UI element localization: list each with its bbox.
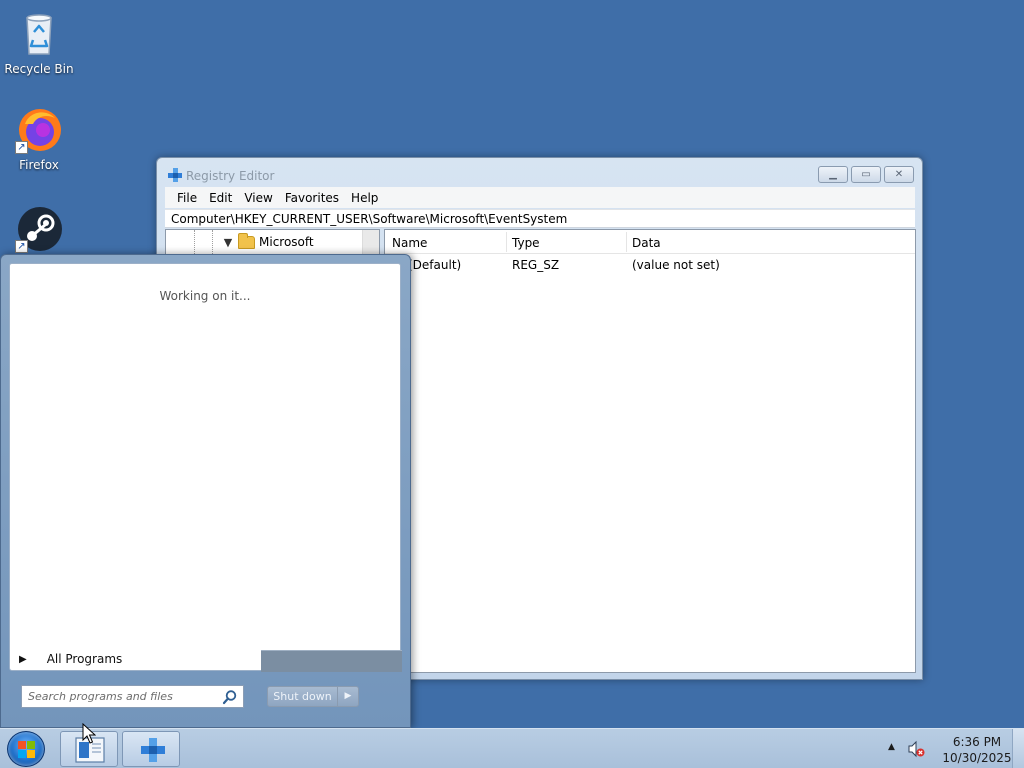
value-name: (Default) — [408, 258, 462, 272]
firefox-label: Firefox — [19, 158, 59, 172]
column-separator[interactable] — [506, 232, 507, 252]
tree-node-label: Microsoft — [259, 235, 314, 249]
start-button[interactable] — [7, 731, 45, 767]
recycle-bin-icon — [15, 10, 63, 58]
column-type[interactable]: Type — [512, 236, 540, 250]
column-name[interactable]: Name — [392, 236, 427, 250]
shortcut-arrow-icon: ↗ — [15, 240, 28, 253]
menu-bar: File Edit View Favorites Help — [165, 187, 915, 208]
clock-time: 6:36 PM — [952, 735, 1002, 749]
value-data: (value not set) — [632, 258, 720, 272]
registry-editor-icon — [141, 738, 165, 762]
recycle-bin-label: Recycle Bin — [4, 62, 74, 76]
start-search-box[interactable] — [21, 685, 244, 708]
address-bar[interactable]: Computer\HKEY_CURRENT_USER\Software\Micr… — [165, 209, 915, 228]
start-menu: Working on it... ▶ All Programs Shut dow… — [0, 254, 411, 728]
window-title: Registry Editor — [186, 169, 275, 183]
minimize-button[interactable]: ▁ — [818, 166, 848, 183]
desktop-icon-recycle-bin[interactable]: Recycle Bin — [1, 10, 77, 76]
maximize-button[interactable]: ▭ — [851, 166, 881, 183]
taskbar: ▲ 6:36 PM 10/30/2025 — [0, 728, 1024, 768]
close-button[interactable]: ✕ — [884, 166, 914, 183]
mouse-cursor-icon — [82, 723, 96, 744]
volume-muted-icon[interactable] — [907, 740, 925, 758]
triangle-right-icon: ▶ — [19, 653, 27, 665]
folder-icon — [238, 232, 255, 249]
all-programs-button[interactable]: ▶ All Programs — [10, 647, 260, 671]
start-menu-programs-pane: Working on it... ▶ All Programs — [9, 263, 402, 672]
shutdown-button[interactable]: Shut down — [267, 686, 338, 707]
notification-area: ▲ 6:36 PM 10/30/2025 — [884, 729, 1024, 768]
menu-favorites[interactable]: Favorites — [279, 191, 345, 205]
value-row[interactable]: ab (Default) REG_SZ (value not set) — [385, 258, 915, 276]
search-icon[interactable] — [222, 689, 238, 705]
clock-date: 10/30/2025 — [942, 751, 1012, 765]
column-header: Name Type Data — [385, 230, 915, 254]
start-menu-right-strip — [261, 650, 402, 672]
shortcut-arrow-icon: ↗ — [15, 141, 28, 154]
windows-logo-icon — [18, 741, 35, 758]
menu-view[interactable]: View — [238, 191, 278, 205]
menu-file[interactable]: File — [171, 191, 203, 205]
desktop-icon-steam[interactable]: ↗ — [1, 205, 77, 257]
all-programs-label: All Programs — [46, 652, 123, 666]
shutdown-options-button[interactable]: ▶ — [338, 686, 359, 707]
chevron-down-icon[interactable]: ▼ — [222, 236, 234, 249]
values-list[interactable]: Name Type Data ab (Default) REG_SZ (valu… — [384, 229, 916, 673]
column-data[interactable]: Data — [632, 236, 661, 250]
value-type: REG_SZ — [512, 258, 560, 272]
tree-node-microsoft[interactable]: ▼ Microsoft — [222, 232, 314, 251]
search-input[interactable] — [28, 688, 218, 705]
steam-icon: ↗ — [15, 205, 63, 253]
menu-edit[interactable]: Edit — [203, 191, 238, 205]
column-separator[interactable] — [626, 232, 627, 252]
title-bar[interactable]: Registry Editor ▁ ▭ ✕ — [157, 158, 922, 185]
menu-help[interactable]: Help — [345, 191, 384, 205]
loading-status: Working on it... — [159, 289, 251, 303]
clock[interactable]: 6:36 PM 10/30/2025 — [942, 734, 1012, 766]
show-hidden-icons-icon[interactable]: ▲ — [888, 742, 895, 752]
taskbar-registry-editor[interactable] — [122, 731, 180, 767]
desktop-icon-firefox[interactable]: ↗ Firefox — [1, 106, 77, 172]
show-desktop-button[interactable] — [1012, 729, 1024, 768]
firefox-icon: ↗ — [15, 106, 63, 154]
registry-editor-icon — [167, 167, 183, 183]
